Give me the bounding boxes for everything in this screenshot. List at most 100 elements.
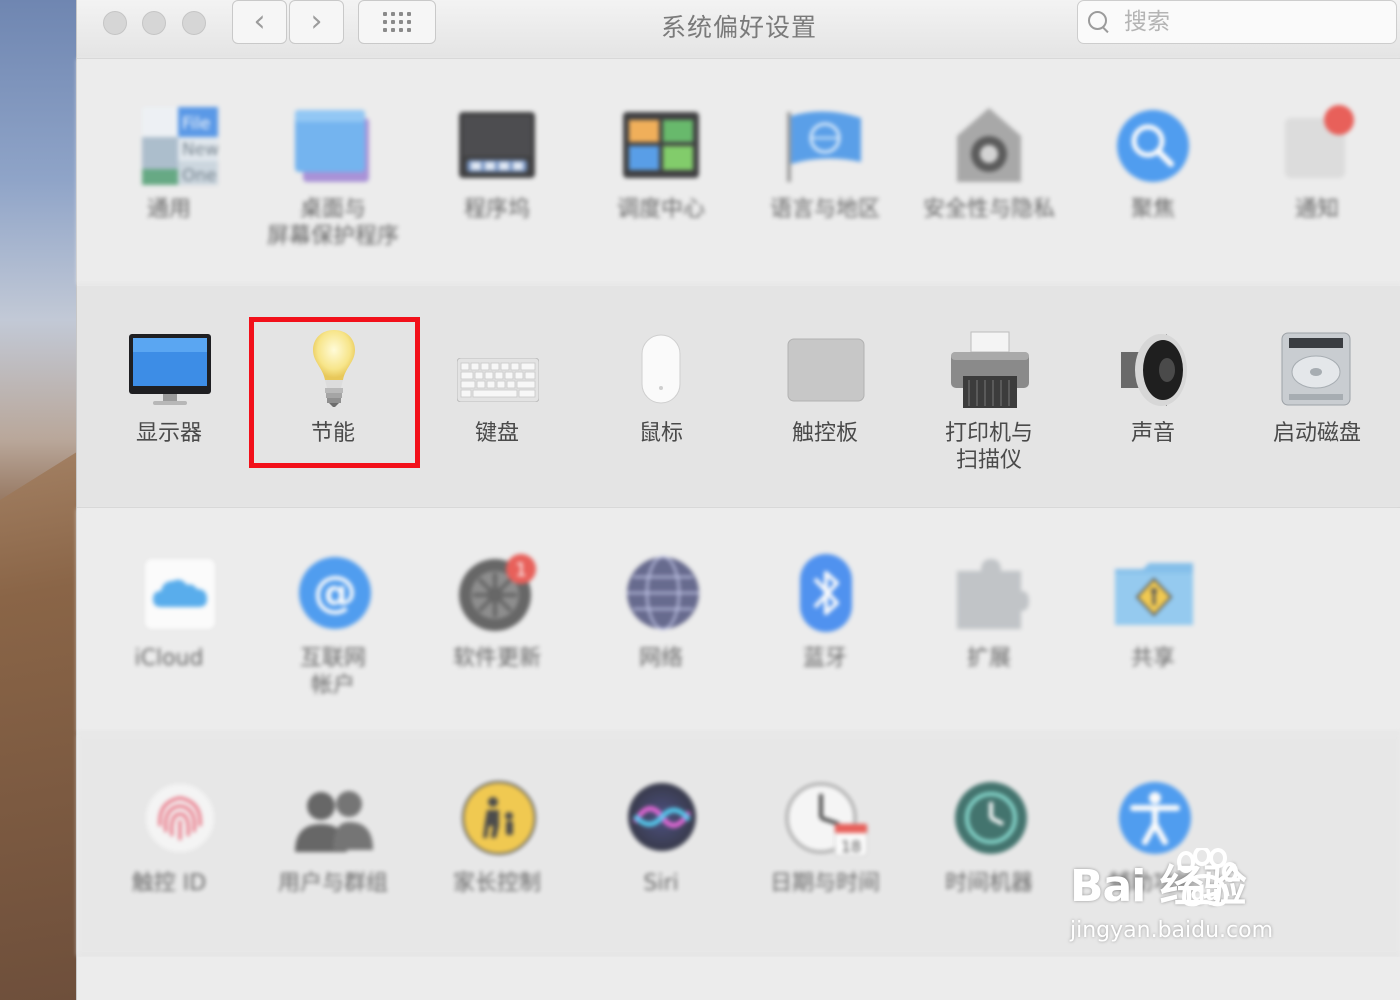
internet-prefs-section: iCloud @ 互联网 帐户 1 软件更新 网络 蓝牙 扩展 共享 [77, 509, 1400, 733]
pref-label: 互联网 帐户 [299, 646, 366, 698]
printers-scanners-icon [951, 331, 1029, 408]
pref-label: iCloud [134, 646, 204, 671]
pref-touch-id[interactable]: 触控 ID [87, 778, 251, 897]
pref-software-update[interactable]: 1 软件更新 [415, 553, 579, 672]
pref-security-privacy[interactable]: 安全性与隐私 [907, 104, 1071, 223]
language-region-icon [787, 111, 861, 182]
pref-label: 共享 [1130, 646, 1175, 671]
pref-label: 打印机与 扫描仪 [944, 421, 1033, 473]
pref-label: 扩展 [966, 646, 1011, 671]
startup-disk-icon [1281, 332, 1351, 406]
pref-label: 蓝牙 [802, 646, 847, 671]
pref-label: Siri [643, 871, 679, 896]
software-update-icon: 1 [459, 554, 536, 631]
pref-label: 网络 [638, 646, 683, 671]
pref-desktop-screensaver[interactable]: 桌面与 屏幕保护程序 [251, 104, 415, 250]
pref-label: 日期与时间 [769, 871, 880, 896]
time-machine-icon [955, 782, 1027, 854]
pref-notifications[interactable]: 通知 [1235, 104, 1399, 223]
pref-label: 调度中心 [616, 197, 705, 222]
pref-siri[interactable]: Siri [579, 778, 743, 897]
extensions-icon [957, 559, 1029, 629]
pref-label: 键盘 [474, 421, 519, 446]
siri-icon [628, 783, 696, 851]
pref-label: 辅助功能 [1108, 871, 1197, 896]
pref-label: 桌面与 屏幕保护程序 [266, 197, 399, 249]
pref-label: 程序坞 [463, 197, 530, 222]
desktop-wallpaper [0, 0, 80, 1000]
pref-printers-scanners[interactable]: 打印机与 扫描仪 [907, 328, 1071, 474]
pref-mission-control[interactable]: 调度中心 [579, 104, 743, 223]
pref-extensions[interactable]: 扩展 [907, 553, 1071, 672]
pref-internet-accounts[interactable]: @ 互联网 帐户 [251, 553, 415, 699]
energy-saver-highlight [249, 317, 420, 468]
pref-time-machine[interactable]: 时间机器 [907, 778, 1071, 897]
general-icon-file-label: File [182, 114, 210, 134]
pref-label: 启动磁盘 [1272, 421, 1361, 446]
pref-label: 语言与地区 [769, 197, 880, 222]
pref-date-time[interactable]: 18 日期与时间 [743, 778, 907, 897]
pref-label: 触控板 [791, 421, 858, 446]
accessibility-icon [1119, 782, 1191, 854]
pref-parental-controls[interactable]: 家长控制 [415, 778, 579, 897]
sound-icon [1121, 334, 1187, 406]
pref-label: 触控 ID [131, 871, 207, 896]
svg-text:@: @ [313, 567, 357, 618]
search-input[interactable] [1122, 8, 1366, 36]
general-icon: File New One [142, 107, 218, 185]
bluetooth-icon [800, 554, 852, 632]
pref-label: 鼠标 [638, 421, 683, 446]
search-field[interactable] [1077, 0, 1397, 44]
personal-prefs-section: File New One 通用 桌面与 屏幕保护程序 程序坞 调度中心 语言与地… [77, 59, 1400, 285]
pref-keyboard[interactable]: 键盘 [415, 328, 579, 447]
pref-users-groups[interactable]: 用户与群组 [251, 778, 415, 897]
keyboard-icon [457, 358, 539, 402]
trackpad-icon [787, 338, 865, 402]
calendar-day: 18 [841, 837, 861, 856]
mouse-icon [641, 334, 681, 404]
pref-sound[interactable]: 声音 [1071, 328, 1235, 447]
pref-trackpad[interactable]: 触控板 [743, 328, 907, 447]
bottom-section [77, 957, 1400, 1000]
pref-label: 家长控制 [452, 871, 541, 896]
dock-icon [459, 112, 535, 178]
pref-general[interactable]: File New One 通用 [87, 104, 251, 223]
date-time-icon: 18 [785, 782, 868, 857]
pref-mouse[interactable]: 鼠标 [579, 328, 743, 447]
notifications-icon [1285, 105, 1354, 178]
pref-label: 声音 [1130, 421, 1175, 446]
pref-label: 聚焦 [1130, 197, 1175, 222]
pref-dock[interactable]: 程序坞 [415, 104, 579, 223]
users-groups-icon [295, 791, 373, 852]
search-icon [1088, 11, 1110, 33]
title-bar: ‹ › 系统偏好设置 [77, 0, 1400, 59]
displays-icon [129, 334, 211, 405]
security-privacy-icon [957, 108, 1021, 182]
pref-label: 时间机器 [944, 871, 1033, 896]
general-icon-one-label: One [182, 166, 217, 185]
pref-displays[interactable]: 显示器 [87, 328, 251, 447]
pref-network[interactable]: 网络 [579, 553, 743, 672]
system-preferences-window: ‹ › 系统偏好设置 搜索 File New One 通用 桌面与 屏幕保护程序… [76, 0, 1400, 1000]
system-prefs-section: 触控 ID 用户与群组 家长控制 Siri 18 日期与时间 时间机器 辅助功能 [77, 734, 1400, 956]
pref-label: 软件更新 [452, 646, 541, 671]
network-icon [627, 556, 699, 630]
sharing-icon [1115, 563, 1193, 625]
pref-accessibility[interactable]: 辅助功能 [1071, 778, 1235, 897]
pref-startup-disk[interactable]: 启动磁盘 [1235, 328, 1399, 447]
touch-id-icon [144, 782, 216, 854]
icloud-icon [143, 557, 217, 631]
internet-accounts-icon: @ [299, 557, 371, 629]
pref-label: 通知 [1294, 197, 1339, 222]
wallpaper-dune [0, 450, 80, 1000]
pref-icloud[interactable]: iCloud [87, 553, 251, 672]
pref-label: 用户与群组 [277, 871, 388, 896]
pref-bluetooth[interactable]: 蓝牙 [743, 553, 907, 672]
update-badge-count: 1 [515, 559, 527, 581]
pref-label: 通用 [146, 197, 191, 222]
pref-sharing[interactable]: 共享 [1071, 553, 1235, 672]
spotlight-icon [1117, 110, 1189, 182]
desktop-screensaver-icon [295, 110, 369, 182]
pref-language-region[interactable]: 语言与地区 [743, 104, 907, 223]
pref-spotlight[interactable]: 聚焦 [1071, 104, 1235, 223]
